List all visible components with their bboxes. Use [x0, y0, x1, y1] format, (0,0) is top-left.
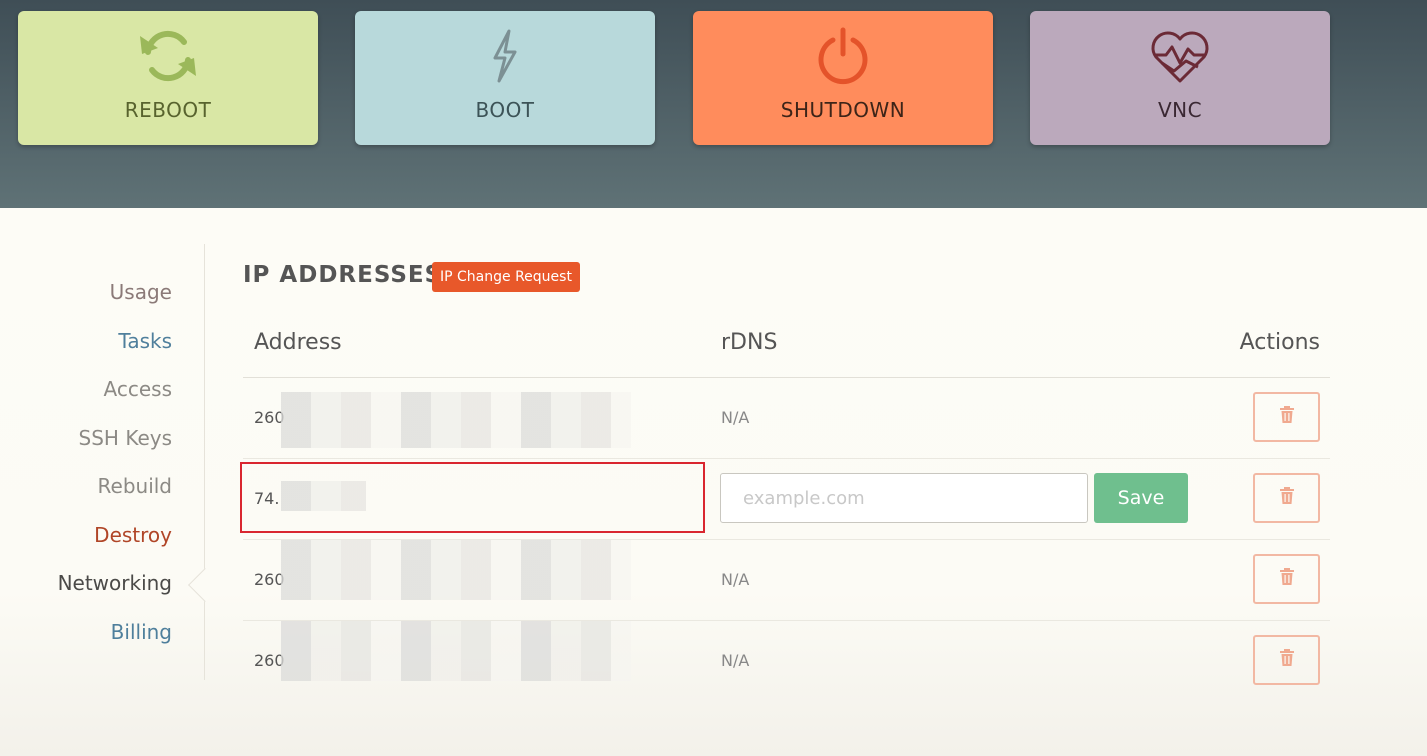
sidebar-item-access[interactable]: Access — [104, 377, 172, 401]
sidebar-item-usage[interactable]: Usage — [110, 280, 172, 304]
sidebar-item-ssh-keys[interactable]: SSH Keys — [79, 426, 172, 450]
table-header: Address rDNS Actions — [243, 326, 1330, 378]
sidebar-item-networking[interactable]: Networking — [58, 571, 172, 595]
shutdown-label: SHUTDOWN — [780, 98, 906, 122]
redacted-address — [281, 621, 631, 681]
power-actions-panel: REBOOT BOOT SHUTDOWN VNC — [0, 0, 1427, 208]
vnc-button[interactable]: VNC — [1030, 11, 1330, 145]
ip-address: 260 — [254, 408, 285, 427]
sidebar-item-billing[interactable]: Billing — [111, 620, 172, 644]
vnc-label: VNC — [1157, 98, 1203, 122]
rdns-value: N/A — [721, 651, 750, 670]
redacted-address — [281, 392, 631, 448]
table-row: 260 N/A — [243, 378, 1330, 459]
delete-ip-button[interactable] — [1253, 554, 1320, 604]
power-icon — [808, 25, 878, 87]
server-sidebar: Usage Tasks Access SSH Keys Rebuild Dest… — [0, 244, 205, 680]
heart-monitor-icon — [1145, 25, 1215, 87]
ip-change-request-button[interactable]: IP Change Request — [432, 262, 580, 292]
reboot-label: REBOOT — [124, 98, 212, 122]
boot-label: BOOT — [475, 98, 535, 122]
lightning-icon — [470, 25, 540, 87]
rdns-input[interactable] — [720, 473, 1088, 523]
column-header-actions: Actions — [1239, 330, 1320, 355]
boot-button[interactable]: BOOT — [355, 11, 655, 145]
refresh-icon — [133, 25, 203, 87]
trash-icon — [1279, 406, 1295, 428]
column-header-address: Address — [254, 330, 342, 355]
delete-ip-button[interactable] — [1253, 473, 1320, 523]
trash-icon — [1279, 568, 1295, 590]
table-row: 74. Save — [243, 459, 1330, 540]
reboot-button[interactable]: REBOOT — [18, 11, 318, 145]
delete-ip-button[interactable] — [1253, 392, 1320, 442]
rdns-value: N/A — [721, 408, 750, 427]
column-header-rdns: rDNS — [721, 330, 778, 355]
section-title: IP ADDRESSES — [243, 262, 443, 288]
delete-ip-button[interactable] — [1253, 635, 1320, 685]
table-row: 260 N/A — [243, 621, 1330, 702]
shutdown-button[interactable]: SHUTDOWN — [693, 11, 993, 145]
sidebar-item-destroy[interactable]: Destroy — [94, 523, 172, 547]
trash-icon — [1279, 487, 1295, 509]
trash-icon — [1279, 649, 1295, 671]
ip-address: 260 — [254, 651, 285, 670]
redacted-address — [281, 481, 366, 511]
sidebar-item-rebuild[interactable]: Rebuild — [98, 474, 172, 498]
networking-content: Usage Tasks Access SSH Keys Rebuild Dest… — [0, 208, 1427, 756]
save-rdns-button[interactable]: Save — [1094, 473, 1188, 523]
table-row: 260 N/A — [243, 540, 1330, 621]
ip-address: 74. — [254, 489, 280, 508]
sidebar-item-tasks[interactable]: Tasks — [118, 329, 172, 353]
ip-address: 260 — [254, 570, 285, 589]
redacted-address — [281, 540, 631, 600]
rdns-value: N/A — [721, 570, 750, 589]
